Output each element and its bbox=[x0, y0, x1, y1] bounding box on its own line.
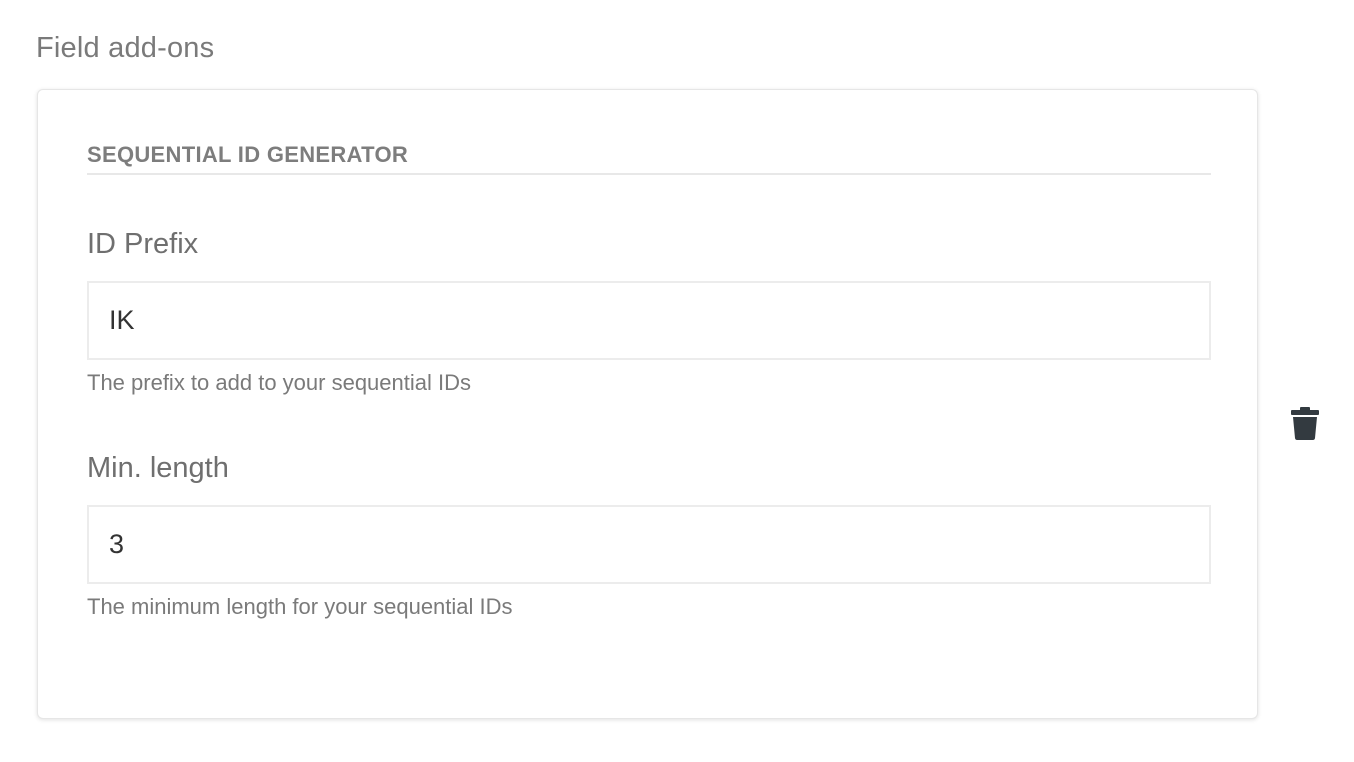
delete-addon-button[interactable] bbox=[1288, 404, 1322, 442]
id-prefix-label: ID Prefix bbox=[87, 228, 199, 260]
min-length-input[interactable] bbox=[87, 505, 1211, 584]
sequential-id-addon-card: SEQUENTIAL ID GENERATOR ID Prefix The pr… bbox=[37, 89, 1258, 719]
id-prefix-help: The prefix to add to your sequential IDs bbox=[87, 370, 471, 395]
id-prefix-input[interactable] bbox=[87, 281, 1211, 360]
page: Field add-ons SEQUENTIAL ID GENERATOR ID… bbox=[0, 0, 1354, 762]
trash-icon bbox=[1291, 406, 1319, 440]
addon-heading: SEQUENTIAL ID GENERATOR bbox=[87, 140, 1211, 175]
section-title: Field add-ons bbox=[36, 32, 215, 64]
min-length-label: Min. length bbox=[87, 452, 229, 484]
min-length-help: The minimum length for your sequential I… bbox=[87, 594, 513, 619]
